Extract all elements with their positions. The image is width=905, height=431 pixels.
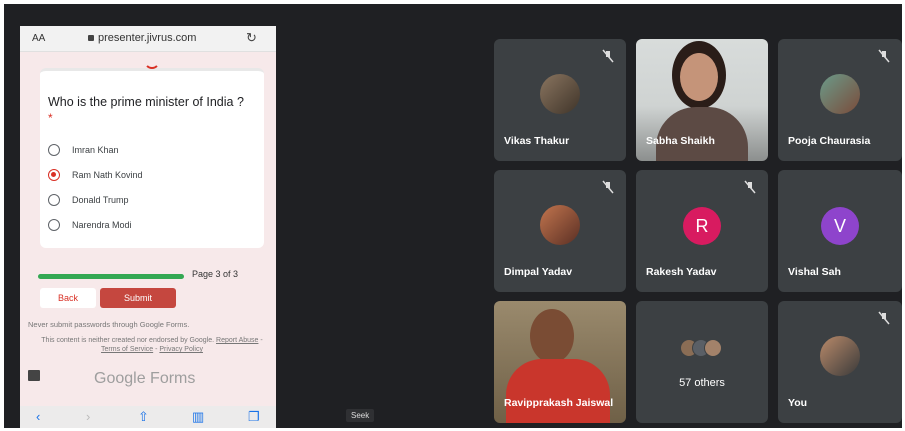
participant-name: Rakesh Yadav [646,266,717,278]
google-forms-logo: Google Forms [94,370,196,387]
option-label: Imran Khan [72,145,119,155]
option-imran-khan[interactable]: Imran Khan [48,141,119,159]
progress-fill [38,274,184,279]
back-button[interactable]: Back [40,288,96,308]
page-indicator: Page 3 of 3 [192,269,239,279]
participant-tile-you[interactable]: You [778,301,902,423]
question-card: Who is the prime minister of India ? * I… [40,67,264,248]
avatar [704,339,722,357]
participant-name: Vishal Sah [788,266,841,278]
option-narendra-modi[interactable]: Narendra Modi [48,216,132,234]
avatar [820,336,860,376]
video-body [506,359,610,423]
avatar-initial: V [821,207,859,245]
option-label: Ram Nath Kovind [72,170,143,180]
tabs-icon[interactable]: ❐ [248,409,260,425]
lock-icon [88,35,94,41]
disclaimer: This content is neither created nor endo… [41,337,263,353]
video-face [530,309,574,363]
password-note: Never submit passwords through Google Fo… [28,320,190,329]
mic-off-icon [602,49,614,63]
option-donald-trump[interactable]: Donald Trump [48,191,129,209]
video-body [656,107,748,161]
browser-address-bar[interactable]: AA presenter.jivrus.com ↻ [20,26,276,52]
avatar [540,205,580,245]
mic-off-icon [744,180,756,194]
participant-name: Dimpal Yadav [504,266,573,278]
submit-button[interactable]: Submit [100,288,176,308]
browser-toolbar: ‹ › ⇧ ▥ ❐ [20,406,276,428]
participant-name: Sabha Shaikh [646,135,715,147]
participant-name: Pooja Chaurasia [788,135,871,147]
option-label: Narendra Modi [72,220,132,230]
report-abuse-link[interactable]: Report Abuse [216,337,258,344]
share-icon[interactable]: ⇧ [138,409,149,425]
option-ram-nath-kovind[interactable]: Ram Nath Kovind [48,166,143,184]
radio-selected-icon[interactable] [48,169,60,181]
radio-icon[interactable] [48,194,60,206]
participant-tile-others[interactable]: 57 others [636,301,768,423]
option-label: Donald Trump [72,195,129,205]
participant-tile-pooja-chaurasia[interactable]: Pooja Chaurasia [778,39,902,161]
participant-name: You [788,397,808,409]
video-face [680,53,718,101]
others-count: 57 others [679,377,725,389]
screen: AA presenter.jivrus.com ↻ Who is the pri… [4,4,902,428]
avatar [820,74,860,114]
url-text[interactable]: presenter.jivrus.com [98,32,196,44]
mic-off-icon [878,311,890,325]
mic-off-icon [878,49,890,63]
avatar-initial: R [683,207,721,245]
reload-icon[interactable]: ↻ [246,30,257,46]
phone-screen-share: AA presenter.jivrus.com ↻ Who is the pri… [20,26,276,428]
participant-tile-dimpal-yadav[interactable]: Dimpal Yadav [494,170,626,292]
mic-off-icon [602,180,614,194]
loading-spinner-icon [144,53,160,69]
required-mark: * [48,111,53,125]
privacy-link[interactable]: Privacy Policy [159,346,203,353]
text-size-button[interactable]: AA [32,33,45,44]
participant-tile-vikas-thakur[interactable]: Vikas Thakur [494,39,626,161]
participant-name: Ravipprakash Jaiswal [504,397,614,409]
feedback-icon[interactable] [28,370,40,381]
participant-name: Vikas Thakur [504,135,570,147]
avatar [540,74,580,114]
seek-tooltip: Seek [346,409,375,422]
progress-bar [38,274,184,279]
terms-link[interactable]: Terms of Service [101,346,153,353]
radio-icon[interactable] [48,144,60,156]
bookmarks-icon[interactable]: ▥ [192,409,204,425]
back-arrow-icon[interactable]: ‹ [36,409,40,424]
participant-tile-sabha-shaikh[interactable]: Sabha Shaikh [636,39,768,161]
disclaimer-text: This content is neither created nor endo… [41,337,215,344]
question-title: Who is the prime minister of India ? [48,95,244,109]
forward-arrow-icon[interactable]: › [86,409,90,424]
participant-tile-ravipprakash-jaiswal[interactable]: Ravipprakash Jaiswal [494,301,626,423]
participant-tile-rakesh-yadav[interactable]: R Rakesh Yadav [636,170,768,292]
radio-icon[interactable] [48,219,60,231]
participant-tile-vishal-sah[interactable]: V Vishal Sah [778,170,902,292]
